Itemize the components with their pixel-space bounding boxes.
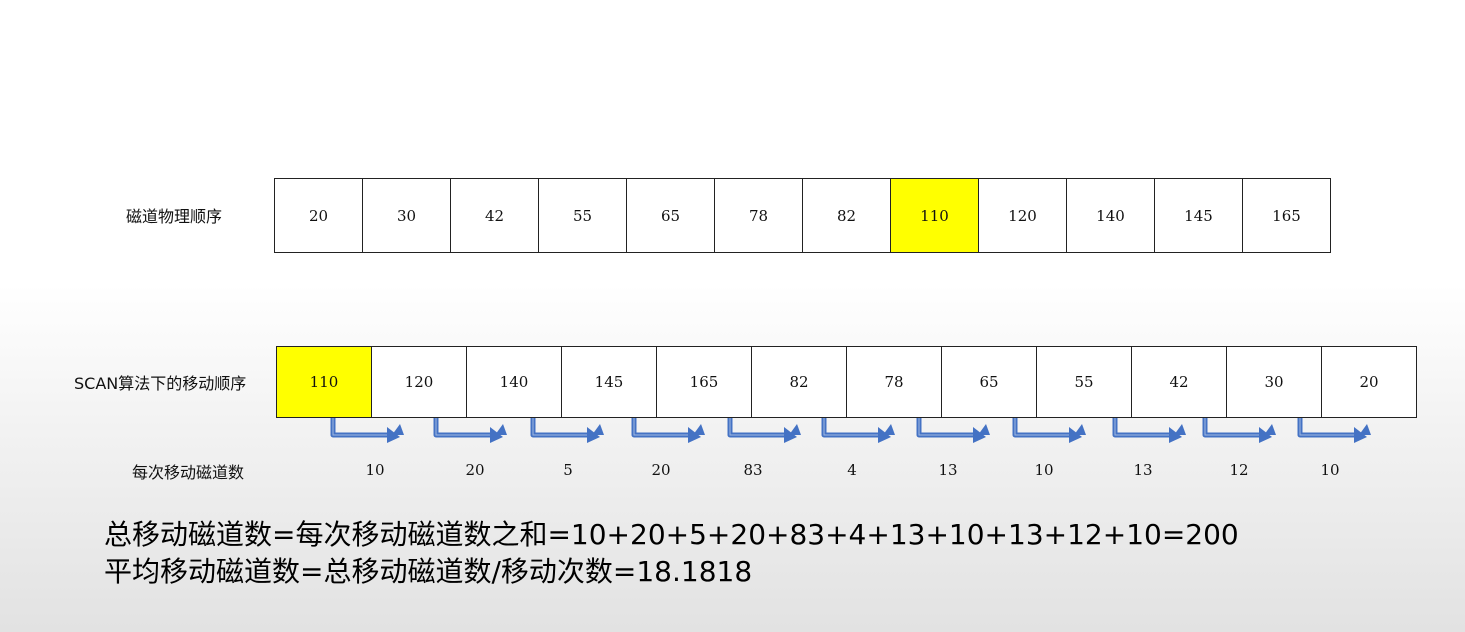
move-count-value: 13 xyxy=(938,461,958,479)
move-arrow-icon xyxy=(821,418,895,443)
scan-order-label: SCAN算法下的移动顺序 xyxy=(74,374,247,393)
move-arrow-icon xyxy=(530,418,604,443)
move-arrow-icon xyxy=(1012,418,1086,443)
move-count-value: 10 xyxy=(365,461,385,479)
move-count-value: 10 xyxy=(1034,461,1054,479)
track-cell: 55 xyxy=(538,178,627,253)
move-count-value: 83 xyxy=(743,461,763,479)
move-arrow-icon xyxy=(1297,418,1371,443)
track-cell: 78 xyxy=(714,178,803,253)
move-arrow-icon xyxy=(727,418,801,443)
track-cell: 42 xyxy=(450,178,539,253)
track-cell: 20 xyxy=(1321,346,1417,418)
physical-order-label: 磁道物理顺序 xyxy=(126,207,223,226)
move-arrow-icon xyxy=(916,418,990,443)
track-cell: 65 xyxy=(626,178,715,253)
track-cell: 82 xyxy=(751,346,847,418)
physical-order-track-row: 20 30 42 55 65 78 82 110 120 140 145 165 xyxy=(274,178,1331,253)
move-count-value: 12 xyxy=(1229,461,1249,479)
track-cell: 140 xyxy=(1066,178,1155,253)
track-cell: 120 xyxy=(978,178,1067,253)
track-cell: 42 xyxy=(1131,346,1227,418)
track-cell: 120 xyxy=(371,346,467,418)
move-count-value: 20 xyxy=(651,461,671,479)
moves-per-step-label: 每次移动磁道数 xyxy=(132,463,245,482)
track-cell: 65 xyxy=(941,346,1037,418)
track-cell: 140 xyxy=(466,346,562,418)
track-cell: 82 xyxy=(802,178,891,253)
track-cell: 20 xyxy=(274,178,363,253)
move-arrow-icon xyxy=(1112,418,1186,443)
track-cell: 30 xyxy=(1226,346,1322,418)
move-arrow-icon xyxy=(631,418,705,443)
move-count-value: 13 xyxy=(1133,461,1153,479)
move-count-value: 10 xyxy=(1320,461,1340,479)
track-cell: 145 xyxy=(1154,178,1243,253)
move-count-value: 20 xyxy=(465,461,485,479)
move-arrow-icon xyxy=(433,418,507,443)
average-moves-summary: 平均移动磁道数=总移动磁道数/移动次数=18.1818 xyxy=(104,555,753,588)
move-arrow-icon xyxy=(1202,418,1276,443)
total-moves-summary: 总移动磁道数=每次移动磁道数之和=10+20+5+20+83+4+13+10+1… xyxy=(104,518,1239,551)
track-cell: 78 xyxy=(846,346,942,418)
track-cell: 110 xyxy=(276,346,372,418)
track-cell: 165 xyxy=(1242,178,1331,253)
track-cell: 55 xyxy=(1036,346,1132,418)
move-count-value: 5 xyxy=(563,461,573,479)
track-cell: 165 xyxy=(656,346,752,418)
track-cell: 110 xyxy=(890,178,979,253)
move-count-value: 4 xyxy=(847,461,857,479)
move-arrow-icon xyxy=(330,418,404,443)
track-cell: 30 xyxy=(362,178,451,253)
track-cell: 145 xyxy=(561,346,657,418)
scan-order-track-row: 110 120 140 145 165 82 78 65 55 42 30 20 xyxy=(276,346,1417,418)
